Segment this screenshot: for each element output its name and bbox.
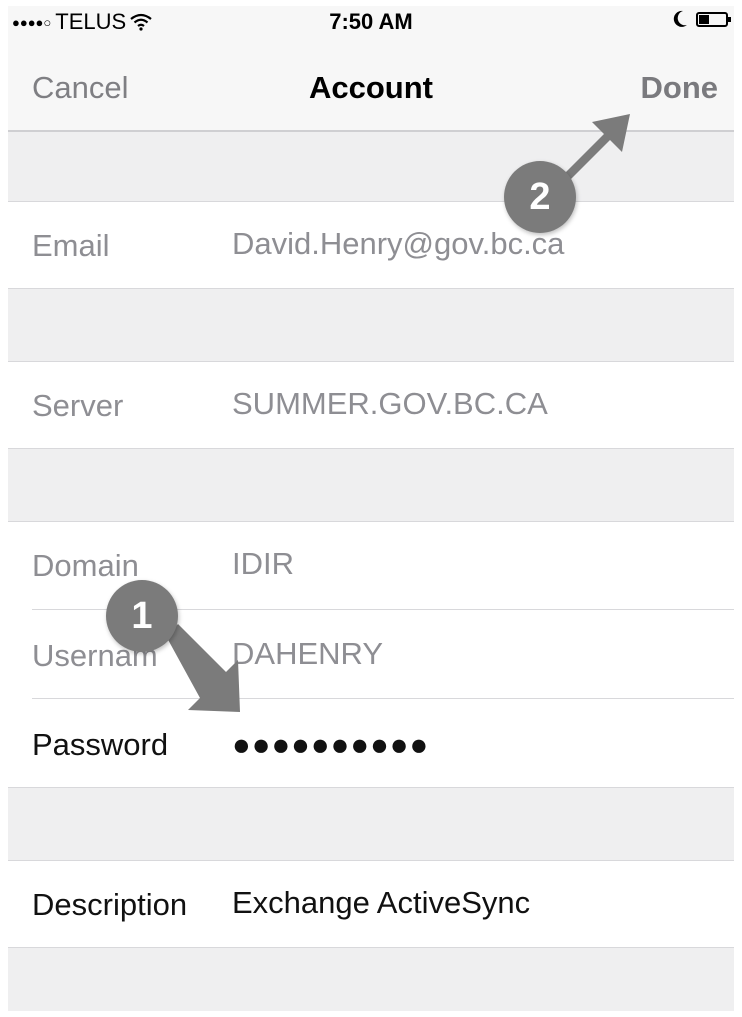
domain-field[interactable]	[232, 546, 712, 582]
email-field[interactable]	[232, 226, 712, 262]
battery-icon	[696, 11, 731, 27]
username-field[interactable]	[232, 636, 712, 672]
server-label: Server	[32, 388, 124, 423]
battery-level	[699, 14, 710, 24]
email-label: Email	[32, 228, 110, 263]
server-field[interactable]	[232, 386, 712, 422]
step-1-badge: 1	[106, 580, 178, 652]
description-label: Description	[32, 887, 188, 922]
status-bar: ●●●●○ TELUS 7:50 AM	[8, 6, 734, 38]
status-time: 7:50 AM	[329, 9, 413, 34]
cancel-button[interactable]: Cancel	[32, 70, 129, 106]
password-label: Password	[32, 727, 169, 762]
done-button[interactable]: Done	[641, 70, 719, 106]
account-screen: ●●●●○ TELUS 7:50 AM Cancel Account Done …	[8, 6, 734, 1011]
description-field[interactable]	[232, 885, 712, 921]
moon-icon	[673, 10, 687, 27]
password-field[interactable]: ●●●●●●●●●●	[232, 727, 712, 763]
email-row[interactable]: Email	[8, 201, 734, 289]
description-row[interactable]: Description	[8, 860, 734, 948]
server-row[interactable]: Server	[8, 361, 734, 449]
password-row[interactable]: Password ●●●●●●●●●●	[8, 699, 734, 788]
domain-label: Domain	[32, 548, 139, 583]
status-right	[672, 10, 731, 28]
step-2-badge: 2	[504, 161, 576, 233]
